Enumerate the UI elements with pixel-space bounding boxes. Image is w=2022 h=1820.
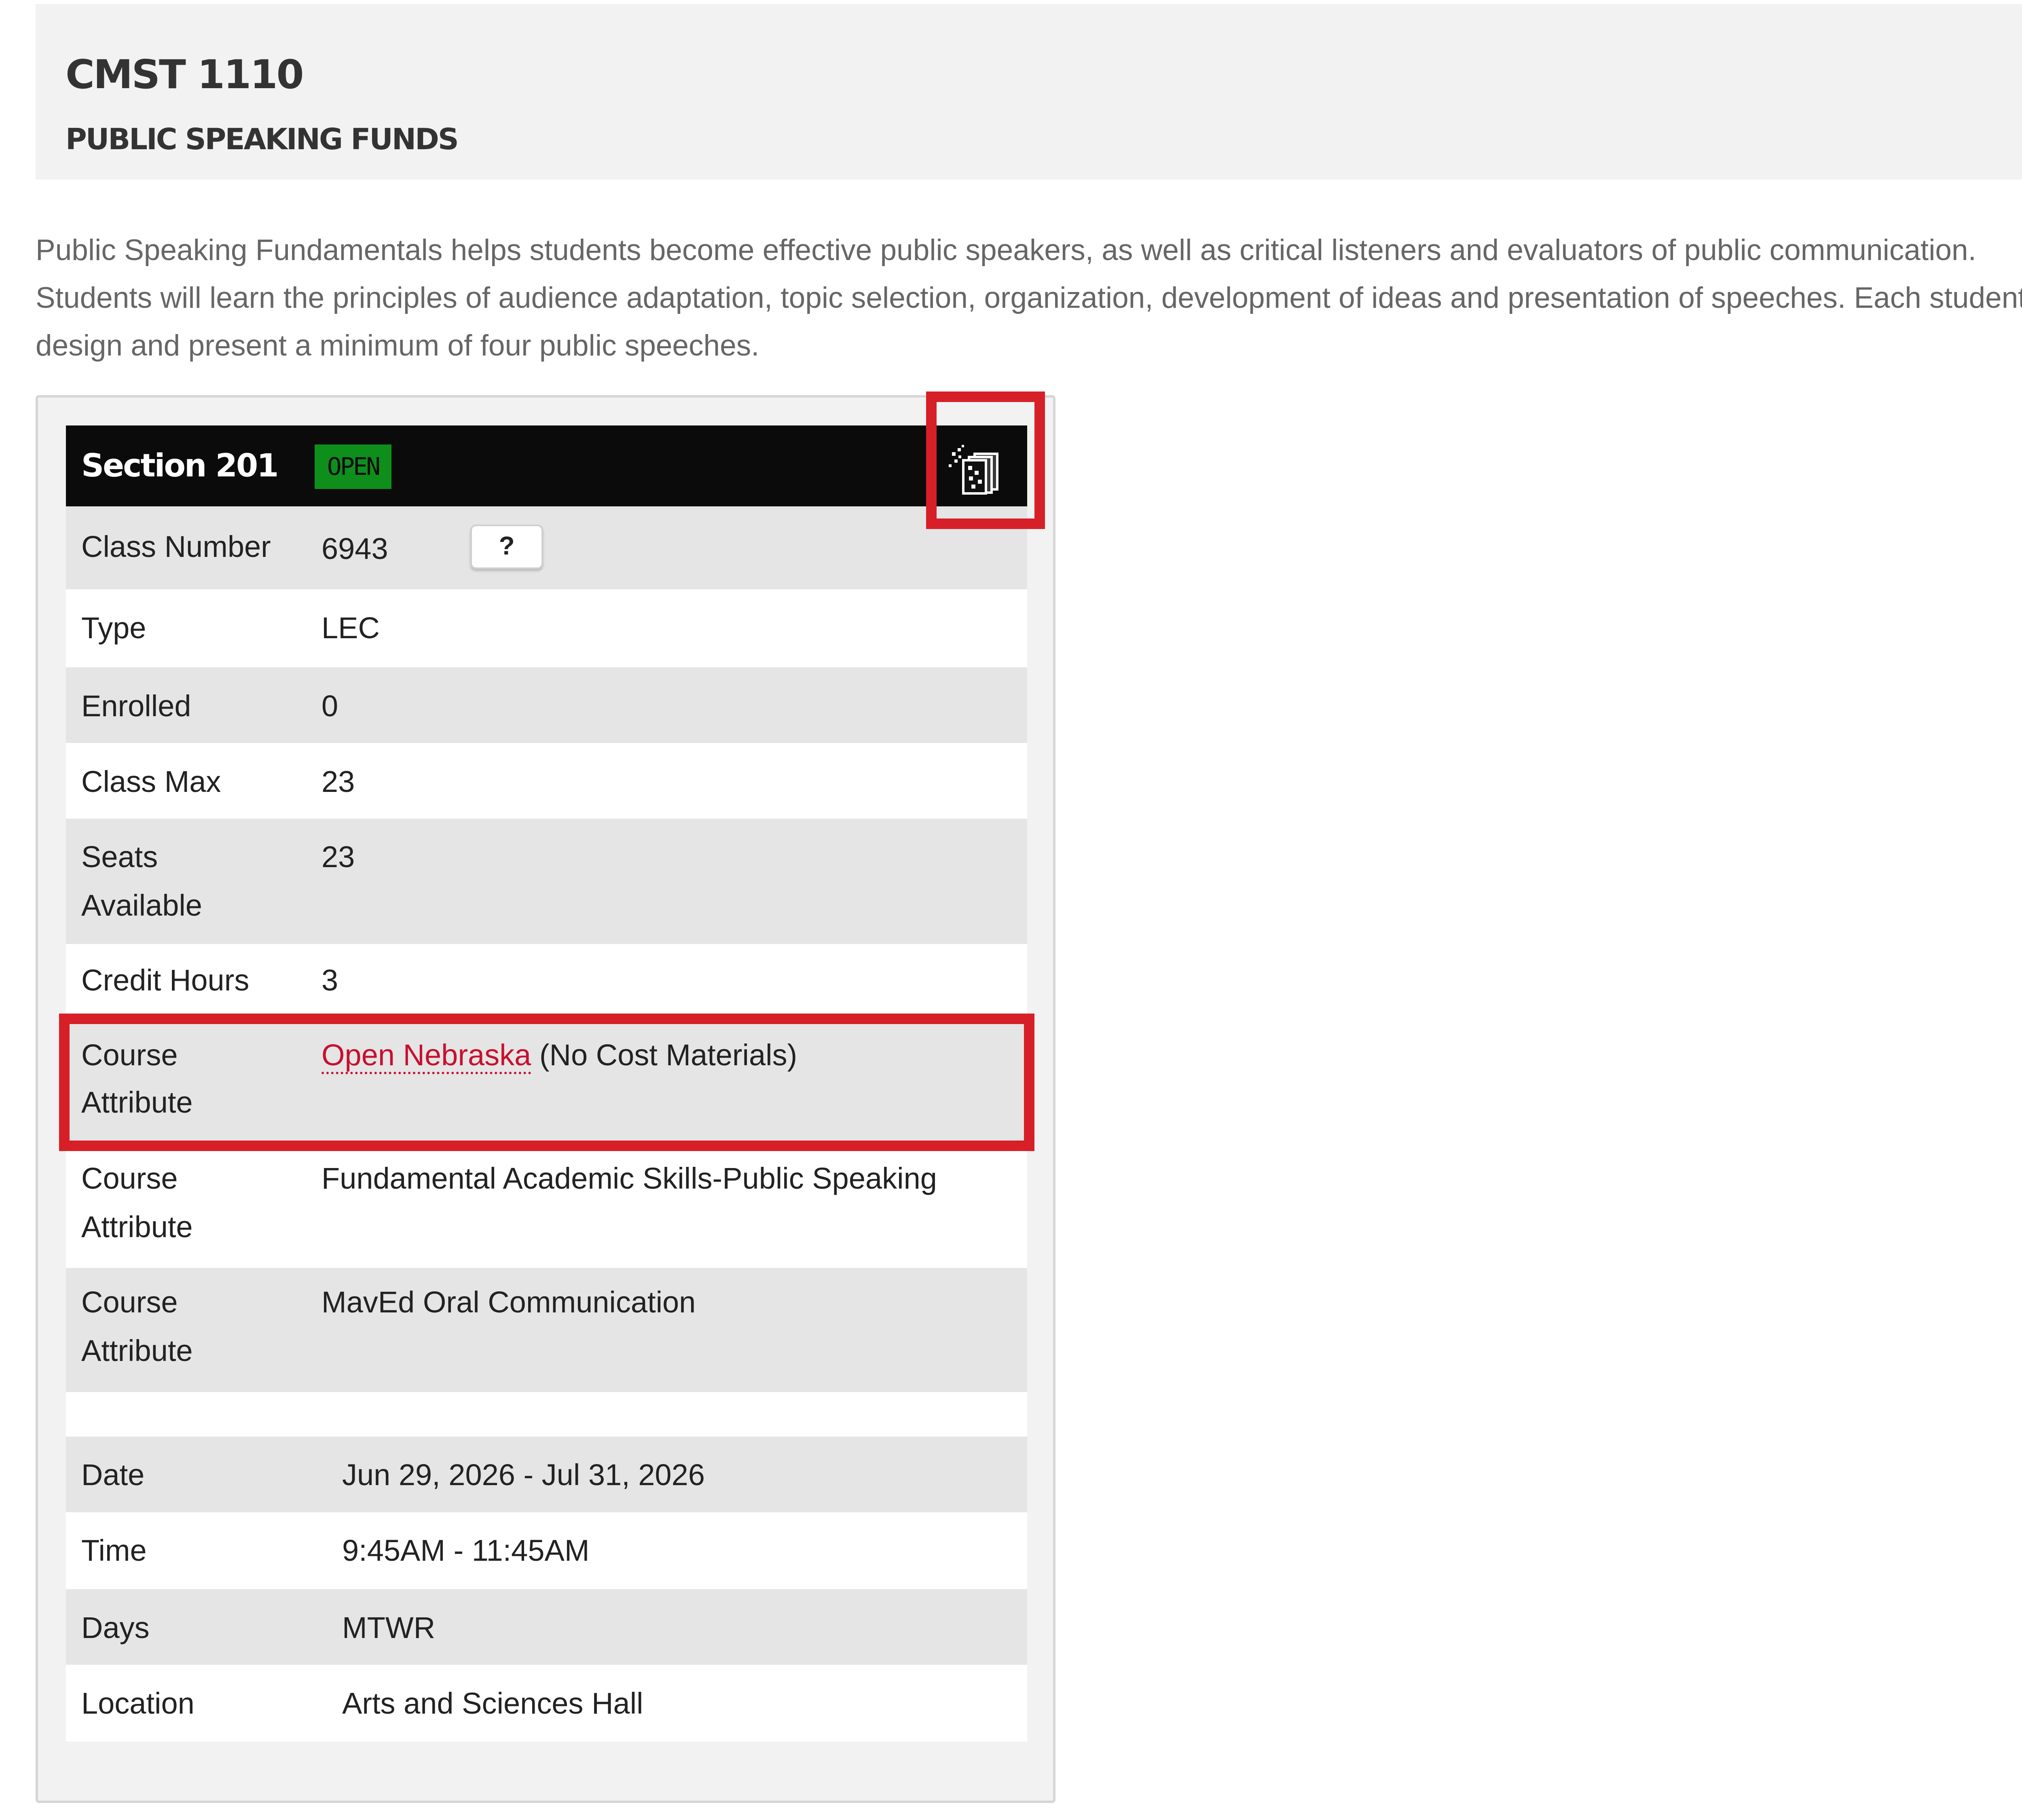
credit-hours-value: 3 bbox=[321, 963, 338, 997]
course-header: CMST 1110 PUBLIC SPEAKING FUNDS bbox=[36, 4, 2022, 180]
time-row: Time 9:45AM - 11:45AM bbox=[66, 1512, 1027, 1589]
type-value: LEC bbox=[321, 611, 380, 645]
date-value: Jun 29, 2026 - Jul 31, 2026 bbox=[342, 1458, 705, 1492]
enrolled-label: Enrolled bbox=[81, 689, 191, 723]
seats-available-label-line2: Available bbox=[81, 889, 202, 922]
location-row: Location Arts and Sciences Hall bbox=[66, 1665, 1027, 1742]
seats-available-label-line1: Seats bbox=[81, 840, 158, 874]
course-attribute-label-line2: Attribute bbox=[81, 1334, 193, 1367]
location-value: Arts and Sciences Hall bbox=[342, 1687, 643, 1720]
course-attribute-label-line1: Course bbox=[81, 1162, 178, 1195]
class-max-value: 23 bbox=[321, 765, 355, 798]
course-attribute-value: Fundamental Academic Skills-Public Speak… bbox=[321, 1162, 937, 1195]
course-title: PUBLIC SPEAKING FUNDS bbox=[66, 122, 459, 156]
class-number-help-button[interactable]: ? bbox=[470, 525, 543, 569]
enrolled-value: 0 bbox=[321, 689, 338, 723]
course-attribute-label-line1: Course bbox=[81, 1285, 178, 1319]
row-spacer bbox=[66, 1392, 1027, 1437]
date-label: Date bbox=[81, 1458, 145, 1492]
date-row: Date Jun 29, 2026 - Jul 31, 2026 bbox=[66, 1437, 1027, 1512]
class-number-row: Class Number 6943 ? bbox=[66, 506, 1027, 589]
time-value: 9:45AM - 11:45AM bbox=[342, 1534, 590, 1567]
class-number-label: Class Number bbox=[81, 530, 271, 563]
seats-available-value: 23 bbox=[321, 840, 355, 874]
textbook-icon-highlight bbox=[926, 392, 1045, 529]
course-attribute-highlight bbox=[59, 1014, 1034, 1151]
course-attribute-row: Course Attribute MavEd Oral Communicatio… bbox=[66, 1268, 1027, 1392]
course-code: CMST 1110 bbox=[66, 52, 304, 98]
course-description: Public Speaking Fundamentals helps stude… bbox=[36, 234, 2022, 362]
credit-hours-label: Credit Hours bbox=[81, 963, 250, 997]
days-value: MTWR bbox=[342, 1611, 436, 1644]
class-number-value: 6943 bbox=[321, 532, 388, 565]
status-badge: OPEN bbox=[315, 444, 391, 489]
credit-hours-row: Credit Hours 3 bbox=[66, 944, 1027, 1021]
class-max-label: Class Max bbox=[81, 765, 221, 798]
section-header: Section 201 OPEN bbox=[66, 425, 1027, 506]
type-row: Type LEC bbox=[66, 589, 1027, 667]
days-label: Days bbox=[81, 1611, 150, 1644]
class-max-row: Class Max 23 bbox=[66, 743, 1027, 819]
course-attribute-row: Course Attribute Fundamental Academic Sk… bbox=[66, 1144, 1027, 1268]
seats-available-row: Seats Available 23 bbox=[66, 819, 1027, 944]
enrolled-row: Enrolled 0 bbox=[66, 667, 1027, 743]
type-label: Type bbox=[81, 611, 146, 645]
course-attribute-value: MavEd Oral Communication bbox=[321, 1285, 696, 1319]
time-label: Time bbox=[81, 1534, 147, 1567]
location-label: Location bbox=[81, 1687, 195, 1720]
section-label: Section 201 bbox=[81, 448, 279, 484]
course-attribute-label-line2: Attribute bbox=[81, 1210, 193, 1244]
days-row: Days MTWR bbox=[66, 1589, 1027, 1665]
